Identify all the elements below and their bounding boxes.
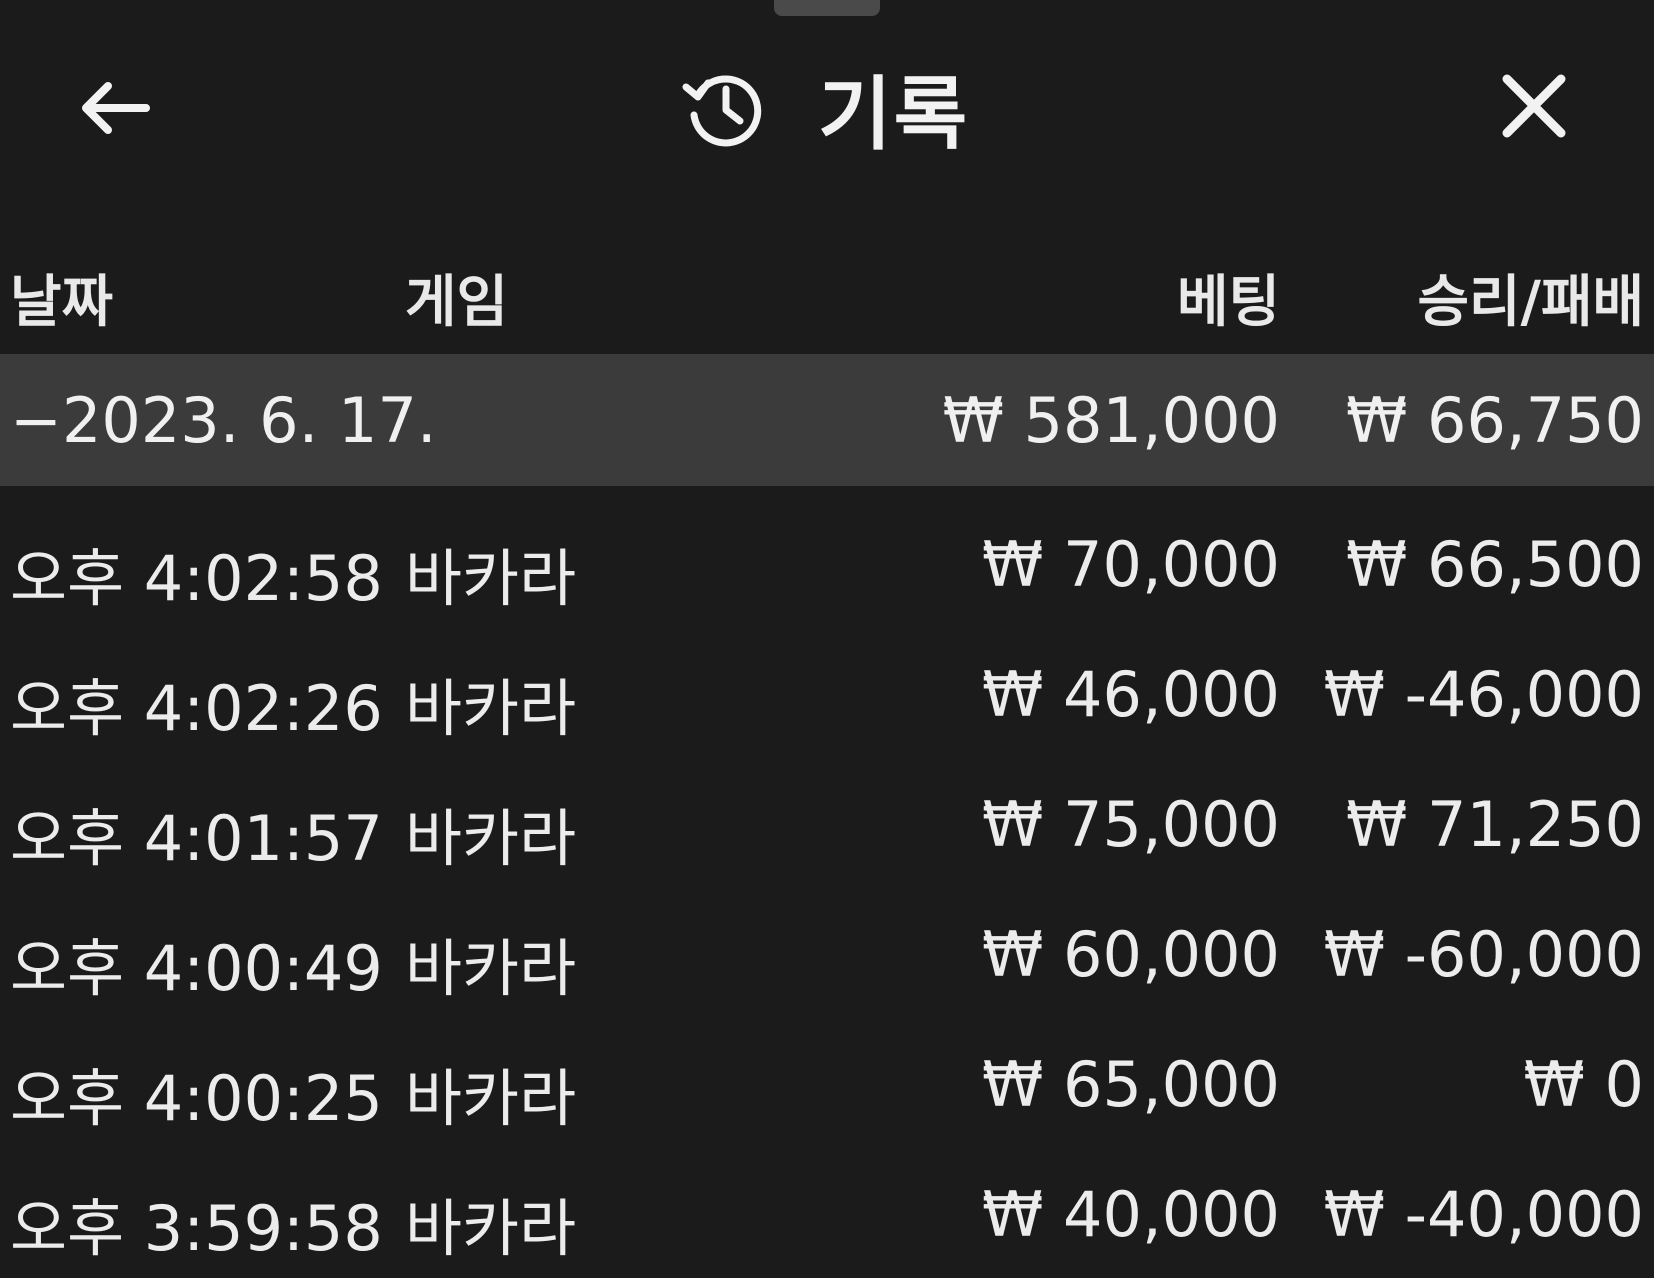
- row-result: ₩ 0: [1523, 1048, 1644, 1121]
- table-row[interactable]: 오후 4:01:57 바카라 ₩ 75,000 ₩ 71,250: [0, 758, 1654, 888]
- table-row[interactable]: 오후 4:02:58 바카라 ₩ 70,000 ₩ 66,500: [0, 498, 1654, 628]
- column-header-game[interactable]: 게임: [405, 257, 508, 338]
- close-icon: [1502, 74, 1566, 138]
- row-time: 오후 4:02:26: [10, 672, 383, 745]
- row-bet: ₩ 65,000: [982, 1048, 1280, 1121]
- row-game: 바카라: [405, 542, 577, 615]
- summary-date: −2023. 6. 17.: [10, 384, 437, 457]
- row-time: 오후 4:00:25: [10, 1062, 383, 1135]
- page-title: 기록: [818, 68, 970, 161]
- history-list: 오후 4:02:58 바카라 ₩ 70,000 ₩ 66,500 오후 4:02…: [0, 498, 1654, 1278]
- row-bet: ₩ 46,000: [982, 658, 1280, 731]
- close-button[interactable]: [1492, 64, 1576, 148]
- row-game: 바카라: [405, 802, 577, 875]
- table-row[interactable]: 오후 4:00:25 바카라 ₩ 65,000 ₩ 0: [0, 1018, 1654, 1148]
- title-group: 기록: [680, 58, 969, 161]
- table-row[interactable]: 오후 3:59:58 바카라 ₩ 40,000 ₩ -40,000: [0, 1148, 1654, 1278]
- history-clock-icon: [680, 63, 770, 153]
- row-result: ₩ -46,000: [1323, 658, 1644, 731]
- row-time: 오후 4:01:57: [10, 802, 383, 875]
- row-result: ₩ -40,000: [1323, 1178, 1644, 1251]
- row-result: ₩ 66,500: [1346, 528, 1644, 601]
- column-header-result[interactable]: 승리/패배: [1417, 257, 1644, 338]
- summary-result-total: ₩ 66,750: [1346, 384, 1644, 457]
- header: 기록: [0, 40, 1654, 170]
- table-row[interactable]: 오후 4:00:49 바카라 ₩ 60,000 ₩ -60,000: [0, 888, 1654, 1018]
- row-game: 바카라: [405, 932, 577, 1005]
- row-bet: ₩ 70,000: [982, 528, 1280, 601]
- row-bet: ₩ 60,000: [982, 918, 1280, 991]
- table-header: 날짜 게임 베팅 승리/패배: [0, 245, 1654, 335]
- row-result: ₩ -60,000: [1323, 918, 1644, 991]
- arrow-left-icon: [82, 82, 150, 134]
- sheet-grab-handle[interactable]: [774, 0, 880, 16]
- summary-bet-total: ₩ 581,000: [942, 384, 1280, 457]
- row-bet: ₩ 75,000: [982, 788, 1280, 861]
- row-game: 바카라: [405, 1062, 577, 1135]
- column-header-date[interactable]: 날짜: [10, 257, 113, 338]
- row-time: 오후 4:02:58: [10, 542, 383, 615]
- row-time: 오후 4:00:49: [10, 932, 383, 1005]
- row-game: 바카라: [405, 1192, 577, 1265]
- row-result: ₩ 71,250: [1346, 788, 1644, 861]
- back-button[interactable]: [72, 66, 156, 150]
- table-row[interactable]: 오후 4:02:26 바카라 ₩ 46,000 ₩ -46,000: [0, 628, 1654, 758]
- row-game: 바카라: [405, 672, 577, 745]
- row-bet: ₩ 40,000: [982, 1178, 1280, 1251]
- date-summary-row[interactable]: −2023. 6. 17. ₩ 581,000 ₩ 66,750: [0, 354, 1654, 486]
- row-time: 오후 3:59:58: [10, 1192, 383, 1265]
- column-header-bet[interactable]: 베팅: [1177, 257, 1280, 338]
